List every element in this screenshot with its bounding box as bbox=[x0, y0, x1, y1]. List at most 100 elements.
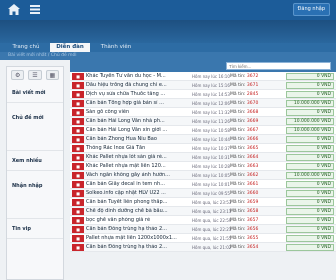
rank-badge: ■ bbox=[72, 243, 84, 251]
price-badge: 0 VND bbox=[286, 207, 334, 215]
post-code: Mã tin: 3661 bbox=[230, 181, 259, 187]
post-time: Hôm qua, lúc 21:02 bbox=[192, 244, 232, 250]
post-title[interactable]: Cần bán Đông trùng hạ thảo 2... bbox=[84, 226, 190, 232]
post-time: Hôm nay lúc 10:31 bbox=[192, 154, 230, 160]
rank-badge: ■ bbox=[72, 126, 84, 134]
price-badge: 0 VND bbox=[286, 153, 334, 161]
post-time: Hôm nay lúc 14:53 bbox=[192, 91, 230, 97]
grid-icon[interactable]: ▦ bbox=[45, 70, 59, 80]
list-item[interactable]: ■ Cần bán Giấy decal in tem nh... Hôm nay … bbox=[70, 180, 336, 189]
post-title[interactable]: Cần bán Tuyết liên phong thấp... bbox=[84, 199, 190, 205]
price-badge: 10.000.000 VND bbox=[286, 126, 334, 134]
sidebar-item-import[interactable]: Nhận nhập bbox=[7, 171, 63, 219]
list-item[interactable]: ■ Chế độ dinh dưỡng chế bà bầu... Hôm qua,… bbox=[70, 207, 336, 216]
post-title[interactable]: Cần bán Hải Long Vân nhà ph... bbox=[84, 118, 190, 124]
list-item[interactable]: ■ Dấu hiệu trống đá chung chi e... Hôm nay… bbox=[70, 81, 336, 90]
post-code: Mã tin: 3662 bbox=[230, 172, 259, 178]
list-item[interactable]: ■ Solkeo.info cập nhật HLV U22 ... Hôm nay… bbox=[70, 189, 336, 198]
home-icon[interactable] bbox=[8, 4, 20, 15]
settings-icon[interactable]: ⚙ bbox=[11, 70, 25, 80]
tab-members[interactable]: Thành viên bbox=[94, 43, 138, 52]
list-item[interactable]: ■ Cần bán Hải Long Vân nhà ph... Hôm nay l… bbox=[70, 117, 336, 126]
post-title[interactable]: Cần bán Hải Long Vân xin giới ... bbox=[84, 127, 190, 133]
list-item[interactable]: ■ Khác Pallet nhựa mặt liền 120... Hôm nay… bbox=[70, 162, 336, 171]
sidebar-item-most-viewed[interactable]: Xem nhiều bbox=[7, 151, 63, 171]
top-bar: Đăng nhập bbox=[0, 0, 336, 20]
post-time: Hôm nay lúc 10:37 bbox=[192, 145, 230, 151]
price-badge: 0 VND bbox=[286, 243, 334, 251]
rank-badge: ■ bbox=[72, 117, 84, 125]
post-code: Mã tin: 3658 bbox=[230, 208, 259, 214]
sidebar-item-new-posts[interactable]: Bài viết mới bbox=[7, 83, 63, 103]
post-code: Mã tin: 3659 bbox=[230, 199, 259, 205]
sidebar-item-new-threads[interactable]: Chủ đề mới bbox=[7, 103, 63, 151]
list-item[interactable]: ■ Cần bán Đông trùng hạ thảo 2... Hôm qua,… bbox=[70, 225, 336, 234]
menu-icon[interactable] bbox=[30, 5, 40, 14]
post-title[interactable]: Khác Pallet nhựa lót sàn giá ré... bbox=[84, 154, 190, 160]
list-item[interactable]: ■ Pallet nhựa mặt liền 1200x1000x1... Hôm … bbox=[70, 234, 336, 243]
post-code: Mã tin: 3665 bbox=[230, 145, 259, 151]
list-item[interactable]: ■ Khác Pallet nhựa lót sàn giá ré... Hôm n… bbox=[70, 153, 336, 162]
list-item[interactable]: ■ Cần bán Tuyết liên phong thấp... Hôm qua… bbox=[70, 198, 336, 207]
list-item[interactable]: ■ Cần bán Đông trùng hạ thảo 2... Hôm qua,… bbox=[70, 243, 336, 252]
post-title[interactable]: Khác Tuyển Tư vấn du học - M... bbox=[84, 73, 190, 79]
rank-badge: ■ bbox=[72, 144, 84, 152]
rank-badge: ■ bbox=[72, 108, 84, 116]
tab-forum[interactable]: Diễn đàn bbox=[50, 43, 90, 52]
search-input[interactable] bbox=[226, 62, 331, 70]
price-badge: 0 VND bbox=[286, 108, 334, 116]
post-title[interactable]: Cần bán Đông trùng hạ thảo 2... bbox=[84, 244, 190, 250]
price-badge: 0 VND bbox=[286, 144, 334, 152]
sidebar-item-vip[interactable]: Tin vip bbox=[7, 219, 63, 239]
post-title[interactable]: Dấu hiệu trống đá chung chi e... bbox=[84, 82, 190, 88]
post-title[interactable]: Pallet nhựa mặt liền 1200x1000x1... bbox=[84, 235, 190, 241]
post-title[interactable]: Cần bán Zhong Hua Niu Bao bbox=[84, 136, 190, 142]
sidebar: ⚙ ☰ ▦ Bài viết mới Chủ đề mới Xem nhiều … bbox=[6, 66, 64, 280]
list-item[interactable]: ■ Thông Rác Inox Giá Tần Hôm nay lúc 10:37… bbox=[70, 144, 336, 153]
price-badge: 0 VND bbox=[286, 90, 334, 98]
login-button[interactable]: Đăng nhập bbox=[292, 3, 330, 16]
list-item[interactable]: ■ Khác Tuyển Tư vấn du học - M... Hôm nay … bbox=[70, 72, 336, 81]
post-time: Hôm nay lúc 12:06 bbox=[192, 100, 230, 106]
post-title[interactable]: Thông Rác Inox Giá Tần bbox=[84, 145, 190, 151]
list-icon[interactable]: ☰ bbox=[28, 70, 42, 80]
post-time: Hôm nay lúc 10:58 bbox=[192, 127, 230, 133]
post-title[interactable]: Chế độ dinh dưỡng chế bà bầu... bbox=[84, 208, 190, 214]
post-time: Hôm nay lúc 11:32 bbox=[192, 109, 230, 115]
price-badge: 0 VND bbox=[286, 198, 334, 206]
post-code: Mã tin: 3667 bbox=[230, 127, 259, 133]
rank-badge: ■ bbox=[72, 135, 84, 143]
post-code: Mã tin: 3672 bbox=[230, 73, 259, 79]
list-item[interactable]: ■ bọc ghế văn phòng giá rẻ Hôm qua, lúc 22… bbox=[70, 216, 336, 225]
post-title[interactable]: bọc ghế văn phòng giá rẻ bbox=[84, 217, 190, 223]
list-item[interactable]: ■ Sàn gỗ công viên Hôm nay lúc 11:32 Mã tin… bbox=[70, 108, 336, 117]
post-time: Hôm qua, lúc 23:53 bbox=[192, 199, 232, 205]
list-item[interactable]: ■ Cần bán Zhong Hua Niu Bao Hôm nay lúc 10… bbox=[70, 135, 336, 144]
post-title[interactable]: Vách ngăn không gây ảnh hưởn... bbox=[84, 172, 190, 178]
list-item[interactable]: ■ Dịch vụ sửa chữa Thuốc tăng ... Hôm nay … bbox=[70, 90, 336, 99]
search-row bbox=[70, 60, 336, 72]
list-item[interactable]: ■ Cần bán Tổng hợp giá bán sỉ ... Hôm nay … bbox=[70, 99, 336, 108]
post-code: Mã tin: 3660 bbox=[230, 190, 259, 196]
breadcrumb: Bài viết mới nhất / Chủ đề mới bbox=[8, 53, 77, 58]
post-time: Hôm nay lúc 10:44 bbox=[192, 136, 230, 142]
post-title[interactable]: Dịch vụ sửa chữa Thuốc tăng ... bbox=[84, 91, 190, 97]
post-title[interactable]: Solkeo.info cập nhật HLV U22 ... bbox=[84, 190, 190, 196]
post-time: Hôm qua, lúc 22:21 bbox=[192, 226, 232, 232]
list-item[interactable]: ■ Vách ngăn không gây ảnh hưởn... Hôm nay … bbox=[70, 171, 336, 180]
post-code: Mã tin: 3666 bbox=[230, 136, 259, 142]
list-item[interactable]: ■ Cần bán Hải Long Vân xin giới ... Hôm na… bbox=[70, 126, 336, 135]
post-title[interactable]: Sàn gỗ công viên bbox=[84, 109, 190, 115]
post-title[interactable]: Cần bán Tổng hợp giá bán sỉ ... bbox=[84, 100, 190, 106]
rank-badge: ■ bbox=[72, 207, 84, 215]
post-title[interactable]: Cần bán Giấy decal in tem nh... bbox=[84, 181, 190, 187]
post-time: Hôm nay lúc 16:10 bbox=[192, 73, 230, 79]
post-code: Mã tin: 3664 bbox=[230, 154, 259, 160]
tab-home[interactable]: Trang chủ bbox=[6, 43, 46, 52]
price-badge: 0 VND bbox=[286, 189, 334, 197]
price-badge: 0 VND bbox=[286, 234, 334, 242]
post-code: Mã tin: 3657 bbox=[230, 217, 259, 223]
post-title[interactable]: Khác Pallet nhựa mặt liền 120... bbox=[84, 163, 190, 169]
price-badge: 0 VND bbox=[286, 135, 334, 143]
post-list: ■ Khác Tuyển Tư vấn du học - M... Hôm nay … bbox=[70, 72, 336, 252]
